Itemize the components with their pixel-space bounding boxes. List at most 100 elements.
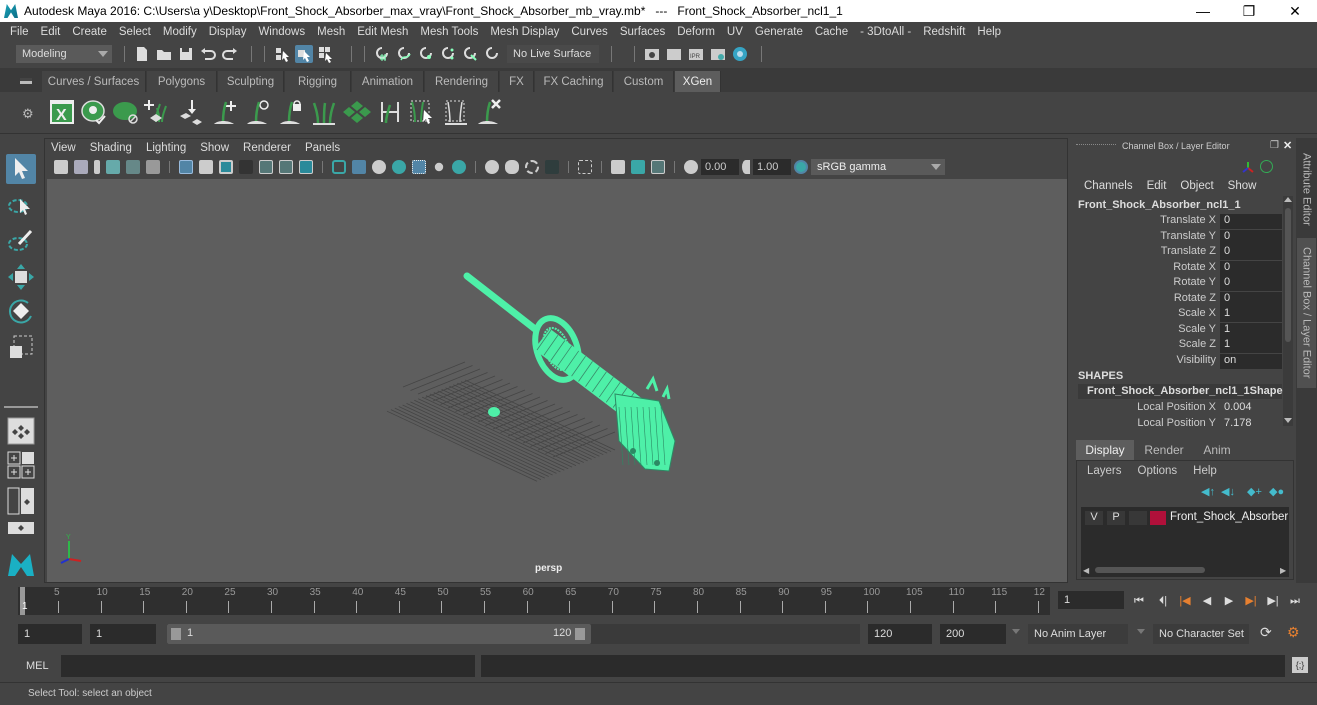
tab-rendering[interactable]: Rendering: [425, 71, 499, 92]
channel-label[interactable]: Rotate Z: [1072, 292, 1220, 307]
safe-title-icon[interactable]: [299, 160, 313, 174]
auto-key-icon[interactable]: ⟳: [1260, 624, 1272, 641]
show-menu[interactable]: Show: [1228, 180, 1257, 192]
backface-culling-icon[interactable]: [651, 160, 665, 174]
channel-value[interactable]: 0: [1220, 260, 1282, 276]
tab-channel-box-layer-editor[interactable]: Channel Box / Layer Editor: [1297, 238, 1316, 388]
manipulator-axes-icon[interactable]: [1240, 160, 1256, 177]
xgen-rebuild-icon[interactable]: [442, 98, 470, 126]
range-bar[interactable]: 1 120: [167, 624, 860, 644]
menu-modify[interactable]: Modify: [157, 26, 203, 38]
two-d-pan-zoom-icon[interactable]: [126, 160, 140, 174]
options-menu[interactable]: Options: [1138, 465, 1178, 477]
live-surface-field[interactable]: No Live Surface: [507, 45, 599, 63]
camera-attributes-icon[interactable]: [74, 160, 88, 174]
xgen-preview-icon[interactable]: [80, 98, 108, 126]
shelf-settings-gear-icon[interactable]: ⚙: [22, 106, 34, 122]
layer-display-type-toggle[interactable]: [1129, 511, 1147, 525]
go-to-end-icon[interactable]: ⏭: [1288, 594, 1302, 608]
menu-display[interactable]: Display: [203, 26, 253, 38]
new-layer-icon[interactable]: ◆+: [1247, 485, 1262, 498]
viewport-menu-shading[interactable]: Shading: [90, 142, 132, 154]
layer-horizontal-scrollbar[interactable]: ◀ ▶: [1081, 565, 1289, 575]
layer-name[interactable]: Front_Shock_Absorber: [1170, 511, 1288, 523]
channel-value[interactable]: 1: [1220, 307, 1282, 322]
menu-windows[interactable]: Windows: [252, 26, 311, 38]
use-all-lights-icon[interactable]: [412, 160, 426, 174]
xgen-window-icon[interactable]: X: [48, 98, 76, 126]
move-layer-down-icon[interactable]: ◀↓: [1221, 485, 1235, 498]
ipr-render-icon[interactable]: IPR: [687, 45, 705, 63]
persp-viewport[interactable]: Y persp: [47, 179, 1067, 582]
film-gate-icon[interactable]: [199, 160, 213, 174]
channel-value[interactable]: 0: [1220, 229, 1282, 245]
anim-layer-dropdown[interactable]: No Anim Layer: [1028, 624, 1128, 644]
select-tool-icon[interactable]: [6, 154, 36, 184]
select-hierarchy-icon[interactable]: [273, 45, 291, 63]
render-settings-icon[interactable]: [709, 45, 727, 63]
edit-menu[interactable]: Edit: [1147, 180, 1167, 192]
motion-blur-icon[interactable]: [485, 160, 499, 174]
snap-curve-icon[interactable]: [395, 45, 413, 63]
menu-redshift[interactable]: Redshift: [917, 26, 971, 38]
range-end-handle[interactable]: [575, 628, 585, 640]
range-bar-handle[interactable]: 1 120: [167, 624, 591, 644]
go-to-start-icon[interactable]: ⏮: [1132, 594, 1146, 608]
channel-row[interactable]: Scale X1: [1072, 307, 1282, 322]
speed-icon[interactable]: [1260, 160, 1273, 173]
color-space-dropdown[interactable]: sRGB gamma: [811, 159, 945, 175]
channel-box-scrollbar[interactable]: [1283, 196, 1293, 426]
tab-xgen[interactable]: XGen: [675, 71, 721, 92]
minimize-button[interactable]: —: [1180, 0, 1226, 22]
viewport-menu-show[interactable]: Show: [200, 142, 229, 154]
smooth-shade-icon[interactable]: [352, 160, 366, 174]
channel-value[interactable]: 0: [1220, 276, 1282, 291]
xray-icon[interactable]: [578, 160, 592, 174]
lasso-tool-icon[interactable]: [6, 191, 36, 221]
channel-value[interactable]: 0.004: [1220, 401, 1282, 416]
depth-of-field-icon[interactable]: [525, 160, 539, 174]
bookmark-icon[interactable]: [94, 160, 100, 174]
channel-row[interactable]: Local Position X 0.004: [1072, 401, 1282, 416]
xgen-patches-icon[interactable]: [343, 98, 371, 126]
channel-row[interactable]: Scale Z1: [1072, 338, 1282, 353]
panel-grip[interactable]: [1076, 144, 1116, 147]
tab-fx-caching[interactable]: FX Caching: [535, 71, 613, 92]
gamma-field[interactable]: 1.00: [753, 159, 791, 175]
rotate-tool-icon[interactable]: [6, 296, 36, 326]
channel-row[interactable]: Translate Y0: [1072, 229, 1282, 245]
channel-label[interactable]: Translate Y: [1072, 230, 1220, 245]
channel-label[interactable]: Scale Y: [1072, 323, 1220, 338]
restore-button[interactable]: ❐: [1226, 0, 1272, 22]
menu-cache[interactable]: Cache: [809, 26, 854, 38]
shadows-icon[interactable]: [434, 162, 444, 172]
step-back-frame-icon[interactable]: ⏴|: [1156, 594, 1170, 608]
scroll-thumb[interactable]: [1285, 208, 1291, 342]
tab-attribute-editor[interactable]: Attribute Editor: [1297, 144, 1316, 234]
menuset-dropdown[interactable]: Modeling: [16, 45, 112, 63]
play-backwards-icon[interactable]: ◀: [1200, 594, 1214, 608]
move-tool-icon[interactable]: [6, 262, 36, 292]
xray-joints-icon[interactable]: [611, 160, 625, 174]
move-layer-up-icon[interactable]: ◀↑: [1201, 485, 1215, 498]
channel-value[interactable]: 7.178: [1220, 417, 1282, 432]
channel-row[interactable]: Scale Y1: [1072, 322, 1282, 338]
channel-label[interactable]: Translate X: [1072, 214, 1220, 229]
command-input[interactable]: [61, 655, 475, 677]
color-management-icon[interactable]: [794, 160, 808, 174]
layer-tab-anim[interactable]: Anim: [1194, 440, 1240, 460]
script-editor-icon[interactable]: {;}: [1292, 657, 1308, 673]
chevron-down-icon[interactable]: [1012, 629, 1020, 634]
channel-row[interactable]: Translate Z0: [1072, 245, 1282, 260]
wireframe-on-shaded-icon[interactable]: [372, 160, 386, 174]
screen-space-ao-icon[interactable]: [452, 160, 466, 174]
playback-start-field[interactable]: 1: [90, 624, 156, 644]
tab-rigging[interactable]: Rigging: [285, 71, 351, 92]
step-back-key-icon[interactable]: |◀: [1178, 594, 1192, 608]
select-component-icon[interactable]: [317, 45, 335, 63]
menu-edit[interactable]: Edit: [35, 26, 67, 38]
resolution-gate-icon[interactable]: [219, 160, 233, 174]
channel-row[interactable]: Rotate Y0: [1072, 276, 1282, 291]
viewport-menu-renderer[interactable]: Renderer: [243, 142, 291, 154]
viewport-menu-lighting[interactable]: Lighting: [146, 142, 186, 154]
